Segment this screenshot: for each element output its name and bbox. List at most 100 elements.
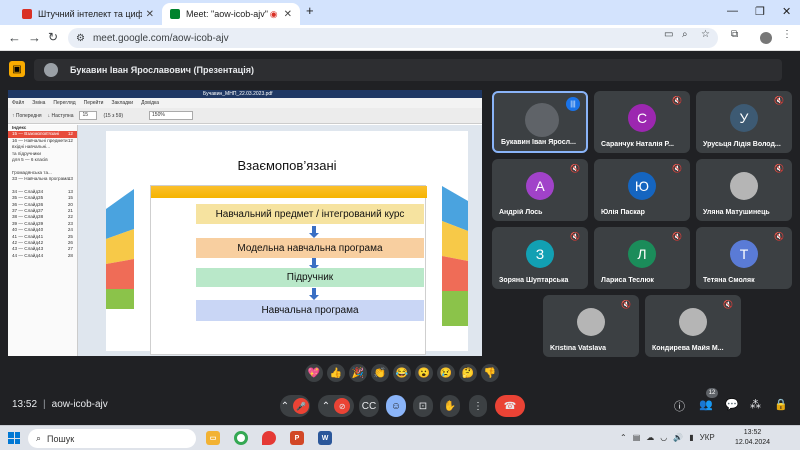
new-tab-button[interactable]: +: [306, 3, 314, 18]
index-item-label: вхідні навчальні...: [12, 144, 51, 150]
camera-options-button[interactable]: ⌃ ⊘: [318, 395, 354, 417]
app-drop-icon[interactable]: [262, 431, 276, 445]
pdf-menu-bookmarks[interactable]: Закладки: [111, 100, 133, 106]
participant-tile[interactable]: Кондирева Майя М... 🔇: [645, 295, 741, 357]
participant-avatar: А: [526, 172, 554, 200]
close-tab-icon[interactable]: ✕: [284, 9, 292, 20]
people-icon[interactable]: 👥: [699, 398, 713, 411]
host-controls-icon[interactable]: 🔒: [774, 398, 788, 411]
avatar-initial: У: [739, 110, 749, 126]
pdf-menu-edit[interactable]: Зміна: [32, 100, 45, 106]
index-item-label: 40 — Слайд40: [12, 227, 44, 233]
taskbar-search[interactable]: ⌕ Пошук: [28, 429, 196, 448]
file-explorer-icon[interactable]: ▭: [206, 431, 220, 445]
index-item-label: 15 — Взаємопов'язані: [12, 131, 60, 137]
meeting-details-icon[interactable]: ⓘ: [674, 398, 685, 414]
raise-hand-button[interactable]: ✋: [440, 395, 460, 417]
back-icon[interactable]: ←: [8, 30, 21, 45]
volume-icon[interactable]: 🔊: [673, 433, 683, 442]
emoji-button[interactable]: ☺: [386, 395, 406, 417]
captions-button[interactable]: CC: [359, 395, 379, 417]
reaction-emoji-button[interactable]: 👍: [327, 364, 345, 382]
leave-call-button[interactable]: ☎: [495, 395, 525, 417]
restore-icon[interactable]: ❐: [755, 5, 765, 18]
battery-icon[interactable]: ▮: [689, 433, 693, 442]
reaction-emoji-button[interactable]: 🤔: [459, 364, 477, 382]
powerpoint-icon[interactable]: P: [290, 431, 304, 445]
participant-tile[interactable]: Л Лариса Теслюк 🔇: [594, 227, 690, 289]
participant-tile[interactable]: З Зоряна Шуптарська 🔇: [492, 227, 588, 289]
mic-muted-icon: 🔇: [672, 232, 682, 241]
pdf-next-button[interactable]: ↓ Наступна: [48, 113, 74, 119]
chrome-icon[interactable]: [234, 431, 248, 445]
participant-tile[interactable]: Букавин Іван Яросл... |||: [492, 91, 588, 153]
reaction-emoji-button[interactable]: 😂: [393, 364, 411, 382]
emoji-icon: ☺: [390, 400, 402, 412]
presenter-chip[interactable]: Букавин Іван Ярославович (Презентація): [34, 59, 782, 81]
avatar-initial: Л: [637, 246, 647, 262]
participant-avatar: С: [628, 104, 656, 132]
camera-off-icon[interactable]: ⊘: [334, 398, 351, 414]
tray-cloud-icon[interactable]: ☁: [646, 433, 654, 442]
participant-tile[interactable]: У Урусьця Лідія Волод... 🔇: [696, 91, 792, 153]
pdf-page-input[interactable]: 15: [79, 111, 98, 120]
pdf-menu-help[interactable]: Довідка: [141, 100, 159, 106]
language-indicator[interactable]: УКР: [700, 433, 715, 442]
word-icon[interactable]: W: [318, 431, 332, 445]
index-item-page: 28: [67, 252, 73, 258]
reaction-emoji-button[interactable]: 👏: [371, 364, 389, 382]
mic-muted-icon: 🔇: [774, 96, 784, 105]
participant-tile[interactable]: Уляна Матушинець 🔇: [696, 159, 792, 221]
zoom-icon[interactable]: ⌕: [682, 29, 688, 40]
search-icon: ⌕: [36, 433, 42, 443]
hand-icon: ✋: [443, 400, 457, 412]
participant-tile[interactable]: С Саранчук Наталія Р... 🔇: [594, 91, 690, 153]
site-info-icon[interactable]: ⚙: [76, 33, 85, 44]
pdf-prev-button[interactable]: ↑ Попередня: [12, 113, 42, 119]
tray-chevron-icon[interactable]: ⌃: [620, 433, 627, 442]
index-item[interactable]: 44 — Слайд44 28: [8, 253, 77, 259]
pdf-menu-file[interactable]: Файл: [12, 100, 24, 106]
taskbar-clock[interactable]: 13:52 12.04.2024: [735, 428, 770, 448]
reaction-emoji-button[interactable]: 😮: [415, 364, 433, 382]
present-button[interactable]: ⊡: [413, 395, 433, 417]
index-item-label: 35 — Слайд35: [12, 195, 44, 201]
pdf-index-sidebar: Індекс 15 — Взаємопов'язані 12 16 — Навчал…: [8, 125, 78, 356]
pdf-menu-view[interactable]: Перегляд: [53, 100, 75, 106]
profile-avatar[interactable]: [760, 32, 772, 44]
participant-tile[interactable]: Ю Юлія Паскар 🔇: [594, 159, 690, 221]
participant-tile[interactable]: А Андрій Лось 🔇: [492, 159, 588, 221]
mic-options-button[interactable]: ⌃ 🎤: [280, 395, 310, 417]
wifi-icon[interactable]: ◡: [660, 433, 667, 442]
mic-muted-icon: 🔇: [672, 96, 682, 105]
url-bar[interactable]: ⚙ meet.google.com/aow-icob-ajv: [68, 28, 718, 48]
browser-tab-ai[interactable]: Штучний інтелект та цифрові ✕: [14, 3, 162, 25]
pdf-zoom-select[interactable]: 150%: [149, 111, 194, 120]
participant-name: Тетяна Смоляк: [703, 277, 755, 284]
reaction-emoji-button[interactable]: 😢: [437, 364, 455, 382]
close-window-icon[interactable]: ✕: [782, 5, 791, 18]
participant-avatar: Т: [730, 240, 758, 268]
activities-icon[interactable]: ⁂: [750, 398, 761, 411]
chat-icon[interactable]: 💬: [725, 398, 739, 411]
forward-icon[interactable]: →: [28, 30, 41, 45]
extensions-icon[interactable]: ⧉: [731, 29, 738, 40]
speaking-indicator-icon: |||: [566, 97, 580, 111]
menu-dots-icon[interactable]: ⋮: [782, 29, 792, 40]
bookmark-star-icon[interactable]: ☆: [701, 29, 710, 40]
reload-icon[interactable]: ↻: [48, 30, 58, 44]
more-options-button[interactable]: ⋮: [469, 395, 487, 417]
windows-start-icon[interactable]: [8, 432, 20, 444]
reaction-emoji-button[interactable]: 👎: [481, 364, 499, 382]
camera-icon[interactable]: ▭: [664, 29, 673, 40]
browser-tab-meet[interactable]: Meet: "aow-icob-ajv" ◉ ✕: [162, 3, 300, 25]
participant-tile[interactable]: Kristina Vatslava 🔇: [543, 295, 639, 357]
reaction-emoji-button[interactable]: 🎉: [349, 364, 367, 382]
close-tab-icon[interactable]: ✕: [146, 9, 154, 20]
participant-tile[interactable]: Т Тетяна Смоляк 🔇: [696, 227, 792, 289]
mic-off-icon[interactable]: 🎤: [293, 398, 310, 414]
pdf-menu-go[interactable]: Перейти: [84, 100, 104, 106]
minimize-icon[interactable]: —: [727, 5, 738, 17]
tray-app-icon[interactable]: ▤: [633, 433, 641, 442]
reaction-emoji-button[interactable]: 💖: [305, 364, 323, 382]
